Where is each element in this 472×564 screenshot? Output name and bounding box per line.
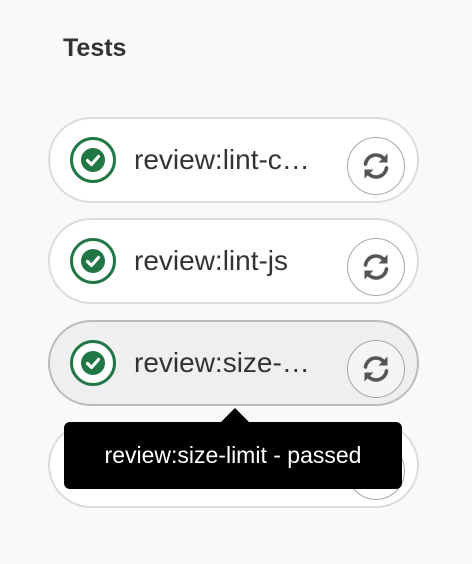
retry-button[interactable]	[347, 238, 405, 296]
check-circle-icon	[70, 340, 116, 386]
retry-button[interactable]	[347, 137, 405, 195]
retry-icon	[363, 254, 389, 280]
job-name[interactable]: review:size-…	[134, 344, 329, 382]
retry-icon	[363, 153, 389, 179]
job-name[interactable]: review:lint-js	[134, 242, 329, 280]
retry-icon	[363, 356, 389, 382]
job-item[interactable]: review:size-…	[48, 320, 419, 406]
job-item[interactable]: review:lint-js	[48, 218, 419, 304]
job-name[interactable]: review:lint-c…	[134, 141, 329, 179]
check-circle-icon	[70, 137, 116, 183]
panel-title: Tests	[63, 34, 127, 62]
check-circle-icon	[70, 238, 116, 284]
tooltip: review:size-limit - passed	[64, 422, 402, 489]
retry-button[interactable]	[347, 340, 405, 398]
tooltip-arrow	[221, 408, 249, 422]
job-item[interactable]: review:lint-c…	[48, 117, 419, 203]
